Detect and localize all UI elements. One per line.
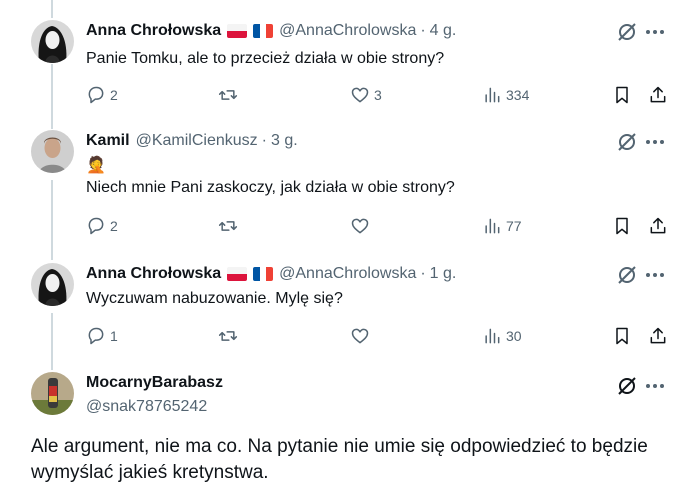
bookmark-icon bbox=[616, 327, 628, 345]
retweet-icon bbox=[218, 90, 238, 100]
author-handle[interactable]: @KamilCienkusz bbox=[136, 132, 258, 150]
share-icon bbox=[650, 217, 666, 234]
timestamp[interactable]: 1 g. bbox=[430, 265, 457, 283]
views-button[interactable]: 30 bbox=[482, 324, 522, 348]
action-bar: 2 3 334 bbox=[86, 83, 670, 107]
tweet[interactable]: Anna Chrołowska @AnnaChrolowska · 4 g. P… bbox=[0, 20, 684, 130]
tweet-header: Anna Chrołowska @AnnaChrolowska · 1 g. bbox=[86, 263, 456, 285]
tweet-header: Kamil @KamilCienkusz · 3 g. bbox=[86, 130, 298, 152]
author-name[interactable]: Anna Chrołowska bbox=[86, 265, 221, 283]
bookmark-button[interactable] bbox=[612, 214, 632, 238]
author-handle[interactable]: @AnnaChrolowska bbox=[279, 22, 416, 40]
reply-count: 2 bbox=[110, 218, 118, 234]
reply-button[interactable]: 1 bbox=[86, 324, 118, 348]
action-bar: 1 30 bbox=[86, 324, 670, 348]
bookmark-icon bbox=[616, 86, 628, 104]
tweet-text: Ale argument, nie ma co. Na pytanie nie … bbox=[31, 436, 648, 483]
more-icon[interactable] bbox=[644, 264, 666, 286]
retweet-button[interactable] bbox=[218, 83, 242, 107]
grok-icon[interactable] bbox=[616, 21, 638, 43]
share-icon bbox=[650, 327, 666, 344]
reply-count: 1 bbox=[110, 328, 118, 344]
more-icon[interactable] bbox=[644, 131, 666, 153]
thread-line bbox=[51, 0, 53, 18]
poland-flag-icon bbox=[227, 267, 248, 281]
tweet-text: Wyczuwam nabuzowanie. Mylę się? bbox=[86, 290, 343, 307]
retweet-icon bbox=[218, 221, 238, 231]
france-flag-icon bbox=[253, 24, 274, 38]
like-button[interactable] bbox=[350, 214, 374, 238]
views-icon bbox=[485, 218, 500, 234]
retweet-button[interactable] bbox=[218, 324, 242, 348]
separator-dot: · bbox=[420, 22, 426, 39]
views-button[interactable]: 77 bbox=[482, 214, 522, 238]
author-name[interactable]: MocarnyBarabasz bbox=[86, 374, 223, 392]
tweet-text: Niech mnie Pani zaskoczy, jak działa w o… bbox=[86, 179, 455, 196]
timestamp[interactable]: 4 g. bbox=[430, 22, 457, 40]
france-flag-icon bbox=[253, 267, 274, 281]
share-button[interactable] bbox=[648, 324, 668, 348]
facepalm-emoji: 🤦 bbox=[86, 157, 106, 174]
like-icon bbox=[351, 218, 369, 234]
reply-button[interactable]: 2 bbox=[86, 214, 118, 238]
separator-dot: · bbox=[261, 132, 267, 149]
grok-icon[interactable] bbox=[616, 375, 638, 397]
tweet-header: Anna Chrołowska @AnnaChrolowska · 4 g. bbox=[86, 20, 456, 42]
timestamp[interactable]: 3 g. bbox=[271, 132, 298, 150]
reply-icon bbox=[88, 86, 104, 104]
bookmark-button[interactable] bbox=[612, 83, 632, 107]
views-count: 30 bbox=[506, 328, 522, 344]
author-handle[interactable]: @snak78765242 bbox=[86, 398, 207, 416]
like-button[interactable]: 3 bbox=[350, 83, 382, 107]
avatar[interactable] bbox=[31, 263, 74, 306]
separator-dot: · bbox=[420, 265, 426, 282]
avatar[interactable] bbox=[31, 130, 74, 173]
reply-count: 2 bbox=[110, 87, 118, 103]
author-handle[interactable]: @AnnaChrolowska bbox=[279, 265, 416, 283]
reply-icon bbox=[88, 217, 104, 235]
like-count: 3 bbox=[374, 87, 382, 103]
retweet-button[interactable] bbox=[218, 214, 242, 238]
reply-icon bbox=[88, 327, 104, 345]
more-icon[interactable] bbox=[644, 21, 666, 43]
reply-button[interactable]: 2 bbox=[86, 83, 118, 107]
share-button[interactable] bbox=[648, 214, 668, 238]
avatar[interactable] bbox=[31, 20, 74, 63]
views-icon bbox=[485, 328, 500, 344]
like-icon bbox=[351, 328, 369, 344]
bookmark-button[interactable] bbox=[612, 324, 632, 348]
tweet[interactable]: Kamil @KamilCienkusz · 3 g. 🤦 Niech mnie… bbox=[0, 130, 684, 250]
poland-flag-icon bbox=[227, 24, 248, 38]
tweet[interactable]: Anna Chrołowska @AnnaChrolowska · 1 g. W… bbox=[0, 263, 684, 363]
views-icon bbox=[485, 87, 500, 103]
like-button[interactable] bbox=[350, 324, 374, 348]
tweet-text: Panie Tomku, ale to przecież działa w ob… bbox=[86, 50, 445, 67]
bookmark-icon bbox=[616, 217, 628, 235]
author-name[interactable]: Anna Chrołowska bbox=[86, 22, 221, 40]
action-bar: 2 77 bbox=[86, 214, 670, 238]
views-count: 77 bbox=[506, 218, 522, 234]
like-icon bbox=[351, 87, 369, 103]
more-icon[interactable] bbox=[644, 375, 666, 397]
avatar[interactable] bbox=[31, 372, 74, 415]
grok-icon[interactable] bbox=[616, 131, 638, 153]
share-button[interactable] bbox=[648, 83, 668, 107]
grok-icon[interactable] bbox=[616, 264, 638, 286]
share-icon bbox=[650, 86, 666, 103]
author-name[interactable]: Kamil bbox=[86, 132, 130, 150]
views-count: 334 bbox=[506, 87, 530, 103]
views-button[interactable]: 334 bbox=[482, 83, 529, 107]
retweet-icon bbox=[218, 331, 238, 341]
focused-tweet[interactable]: MocarnyBarabasz @snak78765242 Ale argume… bbox=[0, 372, 684, 495]
